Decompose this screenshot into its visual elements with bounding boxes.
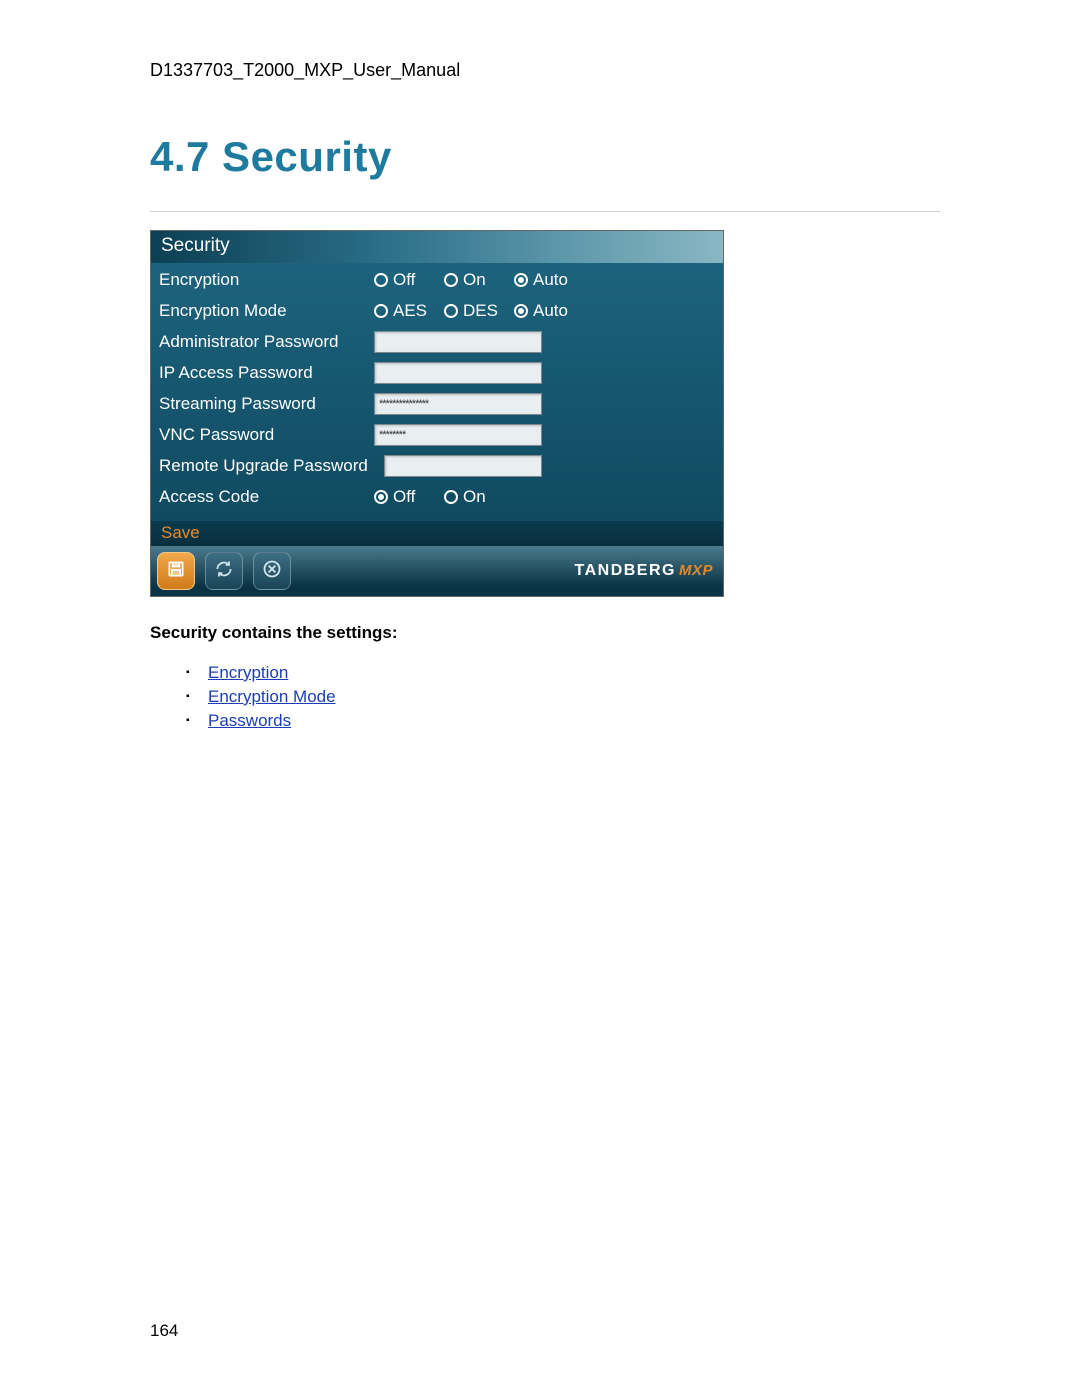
page-number: 164	[150, 1321, 178, 1341]
links-list: Encryption Encryption Mode Passwords	[186, 661, 940, 733]
section-heading: 4.7 Security	[150, 133, 940, 181]
input-vnc-password[interactable]	[374, 424, 542, 446]
close-icon	[262, 559, 282, 584]
horizontal-rule	[150, 211, 940, 212]
radio-encryption-off[interactable]: Off	[374, 270, 444, 290]
input-streaming-password[interactable]	[374, 393, 542, 415]
floppy-disk-icon	[166, 559, 186, 584]
list-item: Encryption	[186, 661, 940, 685]
row-access-code: Access Code Off On	[159, 482, 715, 513]
radio-icon	[374, 490, 388, 504]
button-bar: TANDBERG MXP	[151, 546, 723, 596]
document-header: D1337703_T2000_MXP_User_Manual	[150, 60, 940, 81]
label-remote-upgrade-password: Remote Upgrade Password	[159, 456, 384, 476]
row-ip-password: IP Access Password	[159, 358, 715, 389]
save-label: Save	[151, 521, 723, 546]
radio-encryption-auto[interactable]: Auto	[514, 270, 594, 290]
radio-mode-aes[interactable]: AES	[374, 301, 444, 321]
radio-icon	[374, 304, 388, 318]
radio-access-off[interactable]: Off	[374, 487, 444, 507]
radio-encryption-on[interactable]: On	[444, 270, 514, 290]
radio-icon	[444, 304, 458, 318]
link-encryption-mode[interactable]: Encryption Mode	[208, 687, 336, 706]
radio-mode-auto[interactable]: Auto	[514, 301, 594, 321]
label-encryption: Encryption	[159, 270, 374, 290]
radio-icon	[514, 304, 528, 318]
label-ip-password: IP Access Password	[159, 363, 374, 383]
label-vnc-password: VNC Password	[159, 425, 374, 445]
brand-logo: TANDBERG MXP	[575, 562, 714, 580]
close-button[interactable]	[253, 552, 291, 590]
row-encryption-mode: Encryption Mode AES DES Auto	[159, 296, 715, 327]
label-encryption-mode: Encryption Mode	[159, 301, 374, 321]
row-admin-password: Administrator Password	[159, 327, 715, 358]
row-remote-upgrade-password: Remote Upgrade Password	[159, 451, 715, 482]
radio-mode-des[interactable]: DES	[444, 301, 514, 321]
brand-main: TANDBERG	[575, 562, 676, 580]
refresh-button[interactable]	[205, 552, 243, 590]
label-streaming-password: Streaming Password	[159, 394, 374, 414]
radio-icon	[374, 273, 388, 287]
radio-icon	[444, 490, 458, 504]
list-item: Passwords	[186, 709, 940, 733]
row-encryption: Encryption Off On Auto	[159, 265, 715, 296]
row-vnc-password: VNC Password	[159, 420, 715, 451]
save-button[interactable]	[157, 552, 195, 590]
row-streaming-password: Streaming Password	[159, 389, 715, 420]
label-admin-password: Administrator Password	[159, 332, 374, 352]
input-ip-password[interactable]	[374, 362, 542, 384]
link-encryption[interactable]: Encryption	[208, 663, 288, 682]
input-remote-upgrade-password[interactable]	[384, 455, 542, 477]
label-access-code: Access Code	[159, 487, 374, 507]
radio-icon	[444, 273, 458, 287]
radio-access-on[interactable]: On	[444, 487, 514, 507]
security-settings-panel: Security Encryption Off On Auto Encrypti…	[150, 230, 724, 597]
panel-title: Security	[151, 231, 723, 263]
input-admin-password[interactable]	[374, 331, 542, 353]
intro-text: Security contains the settings:	[150, 623, 940, 643]
refresh-icon	[214, 559, 234, 584]
radio-icon	[514, 273, 528, 287]
brand-sub: MXP	[679, 562, 713, 579]
link-passwords[interactable]: Passwords	[208, 711, 291, 730]
list-item: Encryption Mode	[186, 685, 940, 709]
